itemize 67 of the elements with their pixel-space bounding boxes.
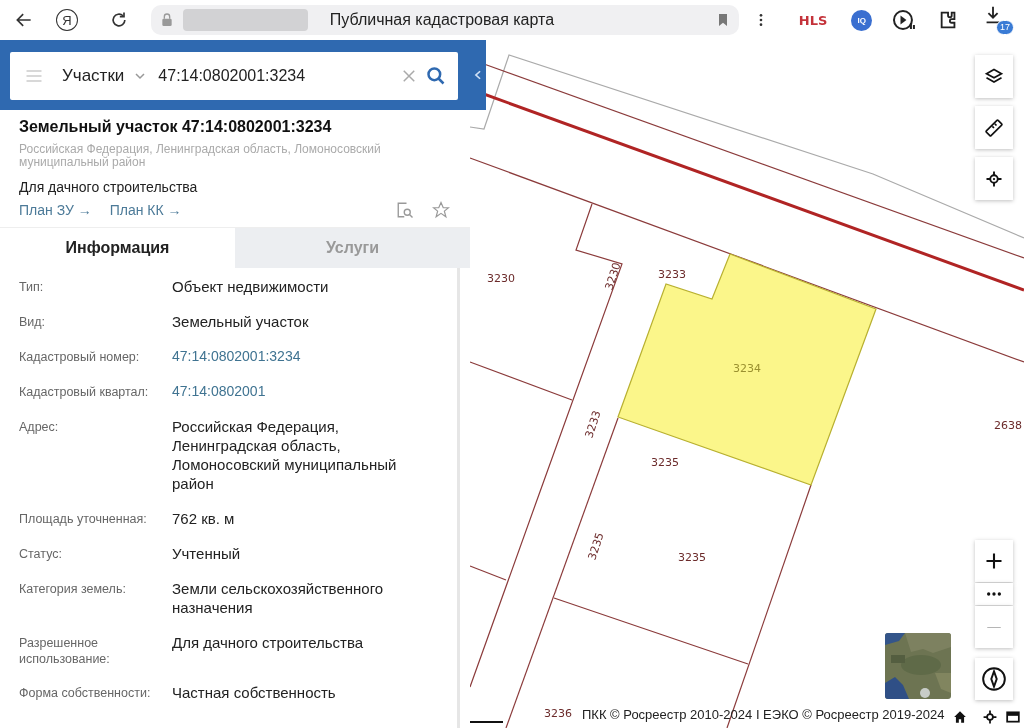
ruler-icon [984,117,1004,138]
parcel-number: 3230 [602,260,624,292]
parcel-number: 3230 [487,272,515,285]
search-document-icon[interactable] [396,201,414,219]
field-value: Земли сельскохозяйственного назначения [172,579,385,617]
field-value: Учтенный [172,544,242,563]
field-value: Российская Федерация, Ленинградская область, Ломоносовский муниципальный район [172,417,398,493]
downloads-count: 17 [996,20,1014,35]
zoom-in-button[interactable] [975,540,1013,582]
page-title: Публичная кадастровая карта [329,11,556,29]
address-bar[interactable]: Публичная кадастровая карта [150,5,739,35]
parcel-title: Земельный участок 47:14:0802001:3234 [19,118,333,136]
parcel-number: 3235 [678,551,706,564]
field-value: Объект недвижимости [172,277,330,296]
close-icon [402,69,416,83]
field-label: Статус: [19,546,63,563]
more-options-button[interactable] [975,583,1013,605]
cadastral-link[interactable]: 47:14:0802001 [172,382,437,401]
search-field[interactable]: 47:14:0802001:3234 [158,67,392,85]
field-label: Разрешенное использование: [19,635,111,667]
layers-button[interactable] [975,55,1013,98]
crosshair-icon[interactable] [983,710,997,724]
play-icon[interactable] [892,8,917,32]
home-icon[interactable] [953,710,967,724]
field-label: Вид: [19,314,47,331]
field-label: Кадастровый квартал: [19,384,150,401]
field-value: Для дачного строительства [172,633,365,653]
chevron-down-icon [134,70,147,82]
parcel-purpose: Для дачного строительства [19,179,199,195]
cadastral-link[interactable]: 47:14:0802001:3234 [172,347,437,366]
field-label: Площадь уточненная: [19,511,148,528]
parcel-number: 3233 [658,268,686,281]
locate-button[interactable] [975,157,1013,200]
field-value: Частная собственность [172,683,337,702]
downloads-button[interactable]: 17 [982,4,1014,36]
plus-icon [984,551,1004,571]
layer-dropdown[interactable]: Участки [62,66,147,86]
extension-button[interactable]: IQ [851,9,873,31]
minus-icon [985,625,1003,629]
field-label: Кадастровый номер: [19,349,141,366]
field-label: Тип: [19,279,45,296]
field-label: Форма собственности: [19,685,152,702]
plan-link[interactable]: План КК → [109,202,182,218]
plan-link[interactable]: План ЗУ → [19,202,92,218]
parcel-number: 3236 [544,707,572,720]
field-value: Земельный участок [172,312,310,331]
search-button[interactable] [426,66,446,86]
chevron-left-icon [473,68,483,82]
field-value: 762 кв. м [172,509,236,528]
field-label: Категория земель: [19,581,127,598]
search-icon [426,66,446,86]
compass-button[interactable] [975,658,1013,700]
parcel-number: 3235 [585,530,607,562]
parcel-number: 3235 [651,456,679,469]
map-attribution: ПКК © Росреестр 2010-2024 I ЕЭКО © Росреестр 2019-2024 [582,707,945,722]
extension-button[interactable]: HLS [798,12,828,28]
parcel-number: 3233 [582,408,604,440]
ruler-button[interactable] [975,106,1013,149]
compass-icon [981,666,1007,692]
star-icon[interactable] [432,201,450,219]
window-icon[interactable] [1006,710,1020,724]
parcel-number: 3234 [733,362,761,375]
parcel-number: 2638 [994,419,1022,432]
crosshair-icon [985,169,1003,188]
field-label: Адрес: [19,419,60,436]
scale-bar [469,721,504,723]
parcel-address: Российская Федерация, Ленинградская область, Ломоносовский муниципальный район [19,143,382,169]
